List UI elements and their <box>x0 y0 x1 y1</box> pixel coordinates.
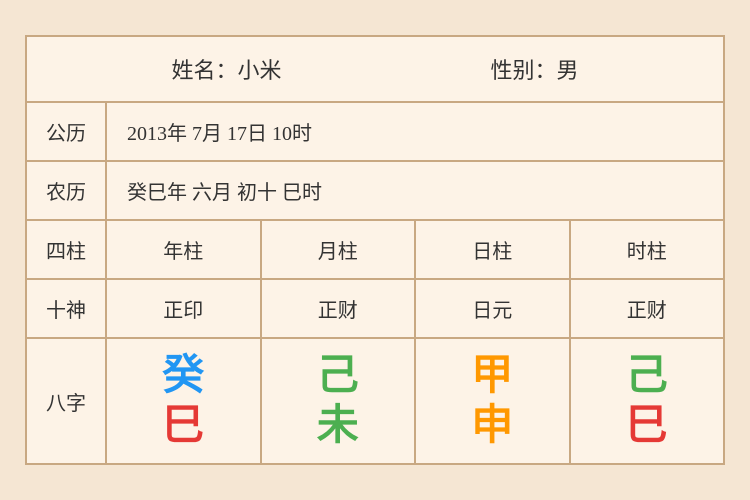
pillar-label: 四柱 <box>27 221 107 278</box>
shishen-1: 正财 <box>262 280 417 337</box>
name-label: 姓名：小米 <box>171 53 281 85</box>
bazi-top-0: 癸 <box>162 355 204 397</box>
shishen-label: 十神 <box>27 280 107 337</box>
bazi-top-3: 己 <box>626 355 668 397</box>
pillar-yue: 月柱 <box>262 221 417 278</box>
pillar-row: 四柱 年柱 月柱 日柱 时柱 <box>27 221 723 280</box>
bazi-col-2: 甲 申 <box>416 339 571 463</box>
shishen-3: 正财 <box>571 280 724 337</box>
bazi-bottom-2: 申 <box>471 405 513 447</box>
bazi-label: 八字 <box>27 339 107 463</box>
main-container: 姓名：小米 性别：男 公历 2013年 7月 17日 10时 农历 癸巳年 六月… <box>25 35 725 465</box>
gender-label: 性别：男 <box>490 53 578 85</box>
lunar-row: 农历 癸巳年 六月 初十 巳时 <box>27 162 723 221</box>
bazi-col-1: 己 未 <box>262 339 417 463</box>
bazi-top-1: 己 <box>317 355 359 397</box>
solar-row: 公历 2013年 7月 17日 10时 <box>27 103 723 162</box>
bazi-bottom-3: 巳 <box>626 405 668 447</box>
shishen-row: 十神 正印 正财 日元 正财 <box>27 280 723 339</box>
bazi-top-2: 甲 <box>471 355 513 397</box>
shishen-0: 正印 <box>107 280 262 337</box>
pillar-shi: 时柱 <box>571 221 724 278</box>
shishen-2: 日元 <box>416 280 571 337</box>
bazi-bottom-1: 未 <box>317 405 359 447</box>
solar-value: 2013年 7月 17日 10时 <box>107 103 723 160</box>
bazi-col-3: 己 巳 <box>571 339 724 463</box>
lunar-label: 农历 <box>27 162 107 219</box>
solar-label: 公历 <box>27 103 107 160</box>
pillar-ri: 日柱 <box>416 221 571 278</box>
bazi-col-0: 癸 巳 <box>107 339 262 463</box>
bazi-bottom-0: 巳 <box>162 405 204 447</box>
header-row: 姓名：小米 性别：男 <box>27 37 723 103</box>
lunar-value: 癸巳年 六月 初十 巳时 <box>107 162 723 219</box>
bazi-row: 八字 癸 巳 己 未 甲 申 己 巳 <box>27 339 723 463</box>
pillar-nian: 年柱 <box>107 221 262 278</box>
